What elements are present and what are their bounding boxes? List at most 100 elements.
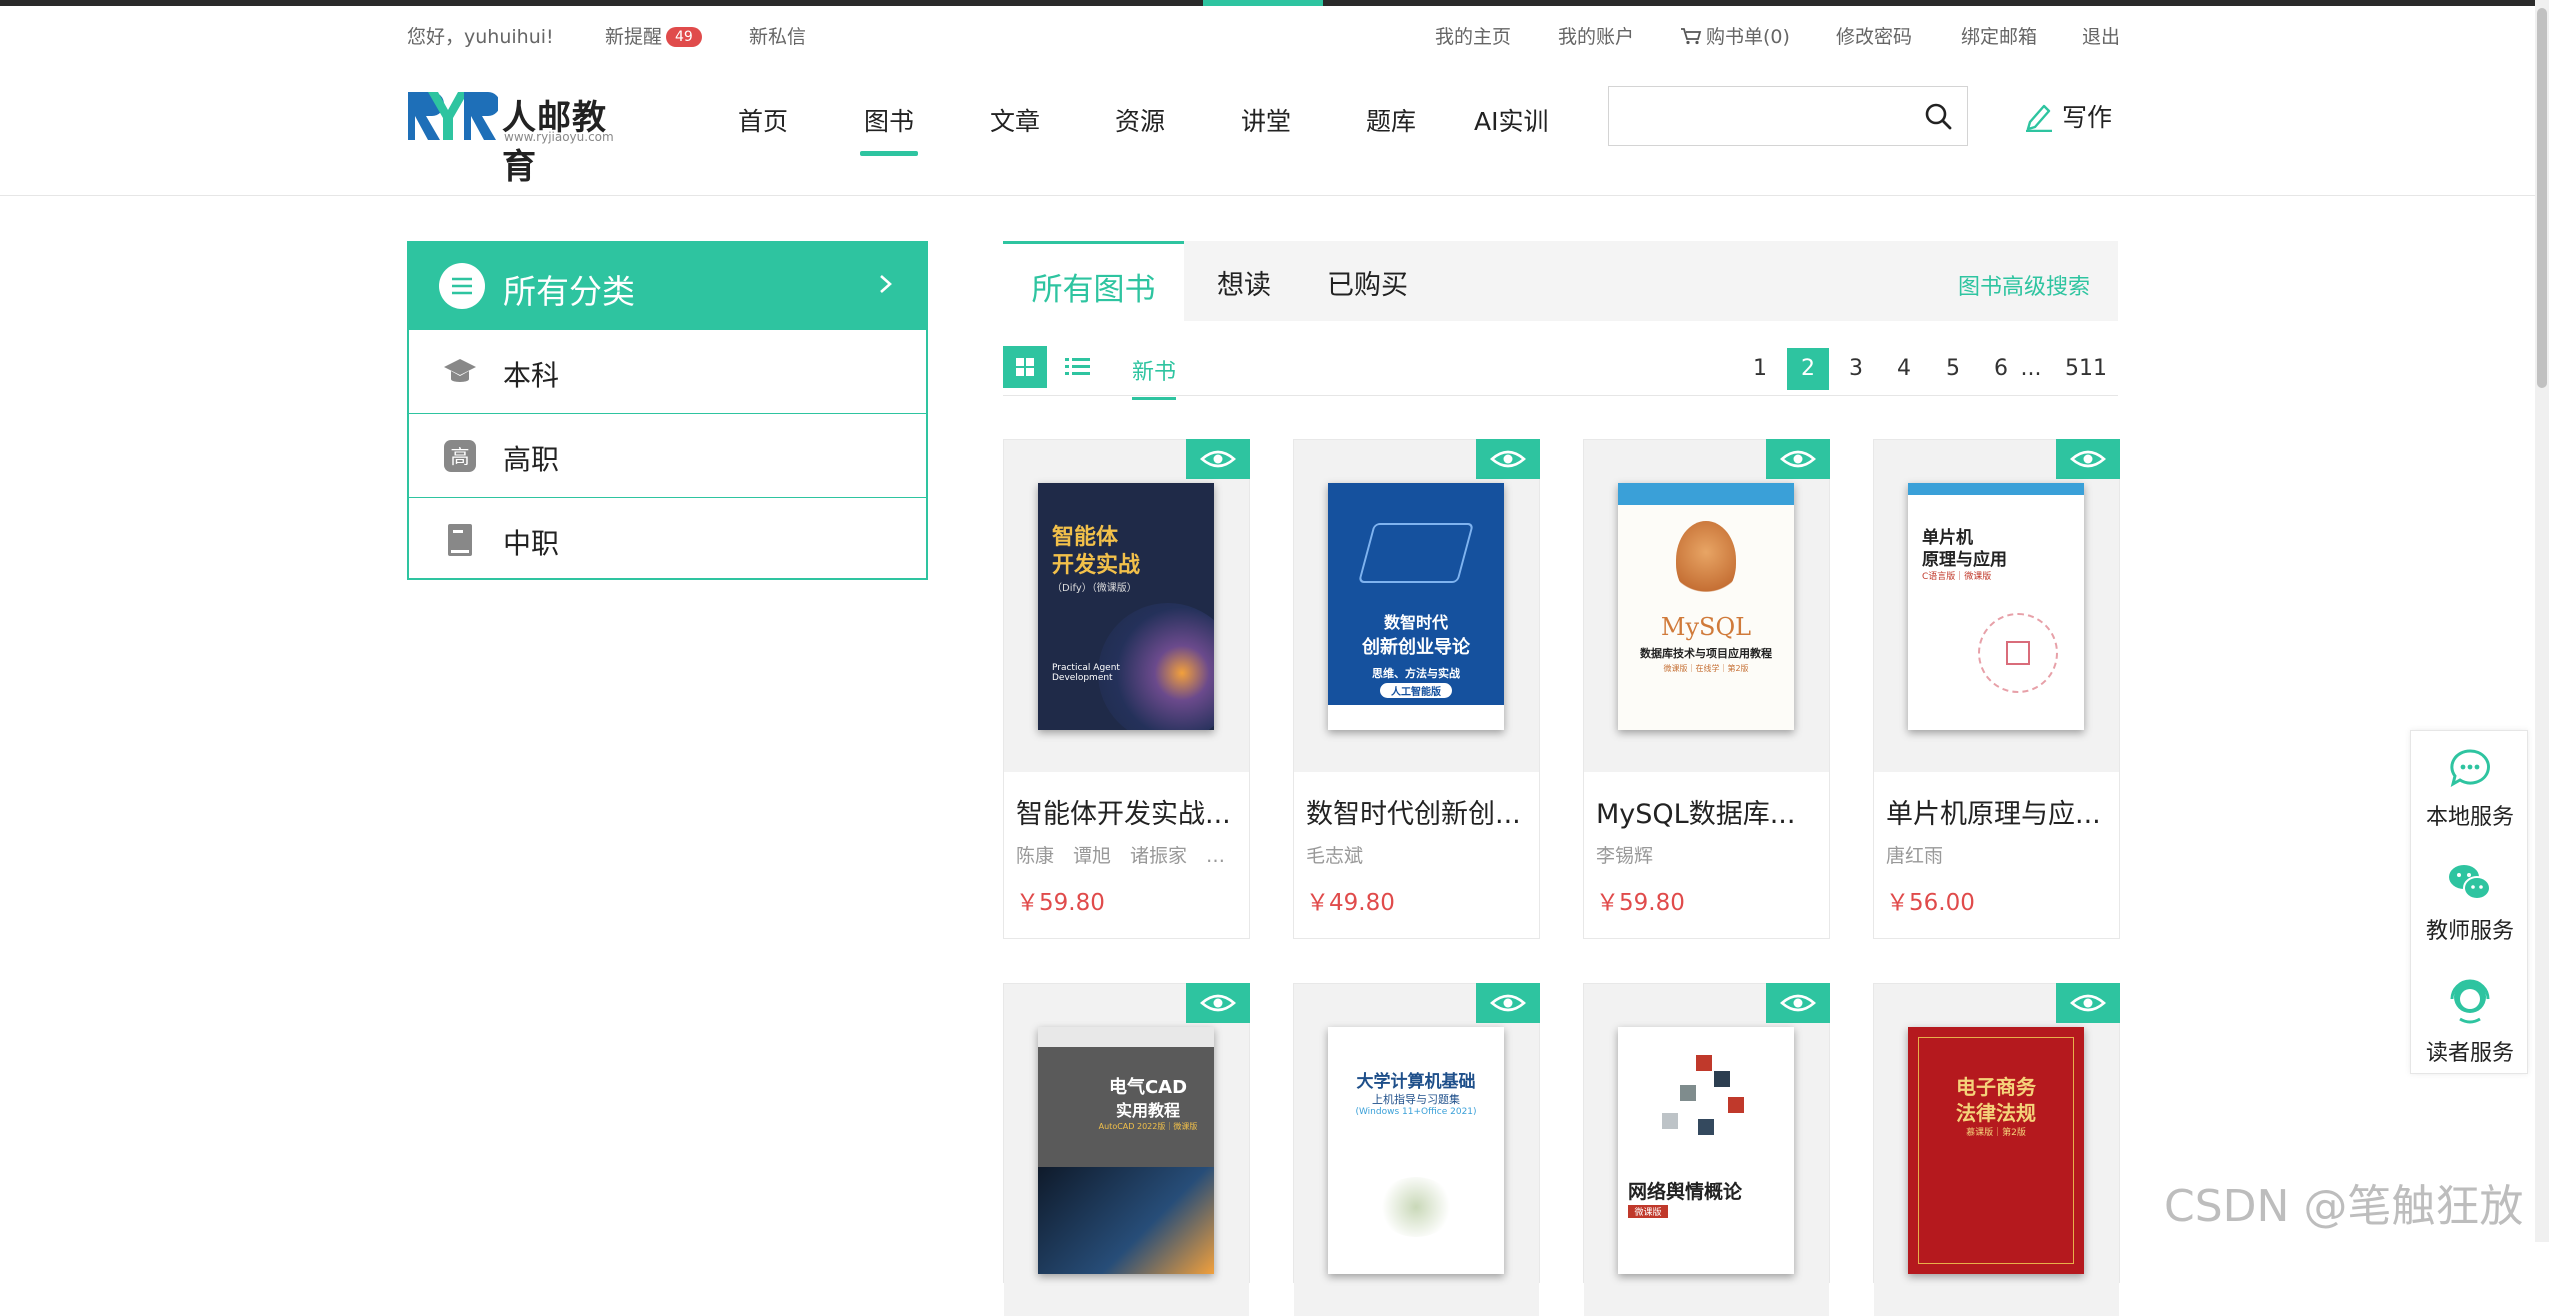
change-password-link[interactable]: 修改密码 xyxy=(1836,22,1912,49)
advanced-search-link[interactable]: 图书高级搜索 xyxy=(1958,269,2090,301)
book-card[interactable]: 单片机 原理与应用 C语言版｜微课版 单片机原理与应... 唐红雨 ￥56.00 xyxy=(1873,439,2120,939)
nav-ai-training[interactable]: AI实训 xyxy=(1474,102,1548,138)
book-title[interactable]: 单片机原理与应... xyxy=(1886,792,2114,831)
service-label: 本地服务 xyxy=(2425,805,2514,830)
book-cover[interactable]: 数智时代 创新创业导论 思维、方法与实战 人工智能版 xyxy=(1328,483,1504,730)
book-card[interactable]: 电子商务 法律法规 慕课版｜第2版 xyxy=(1873,983,2120,1316)
headset-support-icon xyxy=(2450,979,2490,1024)
eye-icon xyxy=(1200,994,1236,1012)
list-view-button[interactable] xyxy=(1055,346,1099,388)
book-cover[interactable]: MySQL 数据库技术与项目应用教程 微课版｜在线学｜第2版 xyxy=(1618,483,1794,730)
my-account-link[interactable]: 我的账户 xyxy=(1558,22,1634,49)
graduation-cap-icon xyxy=(444,359,476,382)
preview-button[interactable] xyxy=(1766,439,1830,479)
book-cover[interactable]: 智能体 开发实战 （Dify）（微课版） Practical Agent Dev… xyxy=(1038,483,1214,730)
new-messages-link[interactable]: 新私信 xyxy=(749,22,806,49)
preview-button[interactable] xyxy=(1476,983,1540,1023)
eye-icon xyxy=(2070,994,2106,1012)
page-link[interactable]: 4 xyxy=(1883,348,1925,390)
site-logo[interactable]: 人邮教育 www.ryjiaoyu.com xyxy=(406,84,626,187)
page-link[interactable]: 1 xyxy=(1739,348,1781,390)
book-author: 李锡辉 xyxy=(1596,845,1654,867)
preview-button[interactable] xyxy=(1766,983,1830,1023)
preview-button[interactable] xyxy=(2056,983,2120,1023)
book-card[interactable]: 智能体 开发实战 （Dify）（微课版） Practical Agent Dev… xyxy=(1003,439,1250,939)
new-books-filter[interactable]: 新书 xyxy=(1132,354,1177,400)
book-cover[interactable]: 大学计算机基础 上机指导与习题集 (Windows 11+Office 2021… xyxy=(1328,1027,1504,1274)
preview-button[interactable] xyxy=(1476,439,1540,479)
cover-subtitle: 微课版｜在线学｜第2版 xyxy=(1663,664,1749,673)
book-title[interactable]: 智能体开发实战... xyxy=(1016,792,1244,831)
cover-subtitle: 慕课版｜第2版 xyxy=(1966,1128,2026,1138)
preview-button[interactable] xyxy=(1186,439,1250,479)
menu-icon xyxy=(439,263,485,309)
cover-title: 开发实战 xyxy=(1052,553,1141,578)
service-panel: 本地服务 教师服务 读者服务 xyxy=(2410,730,2528,1074)
page-link[interactable]: 3 xyxy=(1835,348,1877,390)
category-item-undergraduate[interactable]: 本科 xyxy=(409,329,926,413)
ryjy-logo-mark-icon xyxy=(408,92,500,140)
cart-label: 购书单(0) xyxy=(1706,26,1790,48)
pencil-icon xyxy=(2026,104,2052,133)
nav-articles[interactable]: 文章 xyxy=(990,102,1040,138)
tab-all-books[interactable]: 所有图书 xyxy=(1003,241,1184,321)
cover-title: 实用教程 xyxy=(1115,1101,1180,1120)
page-link-current[interactable]: 2 xyxy=(1787,348,1829,390)
nav-question-bank[interactable]: 题库 xyxy=(1366,102,1416,138)
cover-title: 网络舆情概论 xyxy=(1628,1181,1743,1203)
category-panel: 所有分类 本科 高 高职 中职 xyxy=(407,241,928,580)
preview-button[interactable] xyxy=(1186,983,1250,1023)
cover-title: MySQL xyxy=(1660,613,1752,641)
local-service-button[interactable]: 本地服务 xyxy=(2411,731,2529,845)
reader-service-button[interactable]: 读者服务 xyxy=(2411,959,2529,1073)
book-card[interactable]: 网络舆情概论 微课版 xyxy=(1583,983,1830,1316)
new-alerts-link[interactable]: 新提醒 49 xyxy=(605,22,702,49)
book-tabs: 所有图书 想读 已购买 图书高级搜索 xyxy=(1003,241,2118,321)
teacher-service-button[interactable]: 教师服务 xyxy=(2411,845,2529,959)
watermark-text: CSDN @笔触狂放 xyxy=(2164,1181,2524,1232)
bind-email-link[interactable]: 绑定邮箱 xyxy=(1961,22,2037,49)
cover-title: 电气CAD xyxy=(1108,1077,1188,1098)
nav-home[interactable]: 首页 xyxy=(738,102,788,138)
book-cover[interactable]: 电气CAD 实用教程 AutoCAD 2022版｜微课版 xyxy=(1038,1027,1214,1274)
cover-subtitle: （Dify）（微课版） xyxy=(1052,583,1137,594)
tab-purchased[interactable]: 已购买 xyxy=(1327,241,1408,321)
chevron-right-icon xyxy=(880,275,892,293)
tab-want-to-read[interactable]: 想读 xyxy=(1217,241,1271,321)
cart-link[interactable]: 购书单(0) xyxy=(1680,22,1790,49)
search-icon[interactable] xyxy=(1923,101,1953,131)
preview-button[interactable] xyxy=(2056,439,2120,479)
my-home-link[interactable]: 我的主页 xyxy=(1435,22,1511,49)
write-button[interactable]: 写作 xyxy=(2024,98,2112,134)
eye-icon xyxy=(1780,450,1816,468)
book-title[interactable]: 数智时代创新创... xyxy=(1306,792,1534,831)
cover-title: 大学计算机基础 xyxy=(1356,1072,1476,1092)
search-input[interactable] xyxy=(1621,99,1901,133)
book-card[interactable]: 电气CAD 实用教程 AutoCAD 2022版｜微课版 xyxy=(1003,983,1250,1316)
book-cover[interactable]: 电子商务 法律法规 慕课版｜第2版 xyxy=(1908,1027,2084,1274)
category-label: 高职 xyxy=(503,443,560,476)
nav-books[interactable]: 图书 xyxy=(859,102,919,156)
book-card[interactable]: MySQL 数据库技术与项目应用教程 微课版｜在线学｜第2版 MySQL数据库.… xyxy=(1583,439,1830,939)
category-item-secondary-vocational[interactable]: 中职 xyxy=(409,497,926,581)
book-card[interactable]: 大学计算机基础 上机指导与习题集 (Windows 11+Office 2021… xyxy=(1293,983,1540,1316)
grid-view-button[interactable] xyxy=(1003,346,1047,388)
book-cover[interactable]: 网络舆情概论 微课版 xyxy=(1618,1027,1794,1274)
chat-bubble-icon xyxy=(2450,749,2490,788)
nav-lectures[interactable]: 讲堂 xyxy=(1241,102,1291,138)
all-categories-header[interactable]: 所有分类 xyxy=(409,243,926,329)
category-item-vocational-college[interactable]: 高 高职 xyxy=(409,413,926,497)
page-scrollbar[interactable] xyxy=(2535,0,2549,1242)
book-title[interactable]: MySQL数据库... xyxy=(1596,792,1824,831)
page-link-last[interactable]: 511 xyxy=(2058,348,2114,390)
book-cover[interactable]: 单片机 原理与应用 C语言版｜微课版 xyxy=(1908,483,2084,730)
eye-icon xyxy=(1490,450,1526,468)
book-icon xyxy=(448,524,472,556)
eye-icon xyxy=(1490,994,1526,1012)
page-link[interactable]: 5 xyxy=(1932,348,1974,390)
logout-link[interactable]: 退出 xyxy=(2082,22,2120,49)
nav-resources[interactable]: 资源 xyxy=(1115,102,1165,138)
scrollbar-thumb[interactable] xyxy=(2537,8,2547,388)
book-card[interactable]: 数智时代 创新创业导论 思维、方法与实战 人工智能版 数智时代创新创... 毛志… xyxy=(1293,439,1540,939)
book-author: 唐红雨 xyxy=(1886,845,1944,867)
